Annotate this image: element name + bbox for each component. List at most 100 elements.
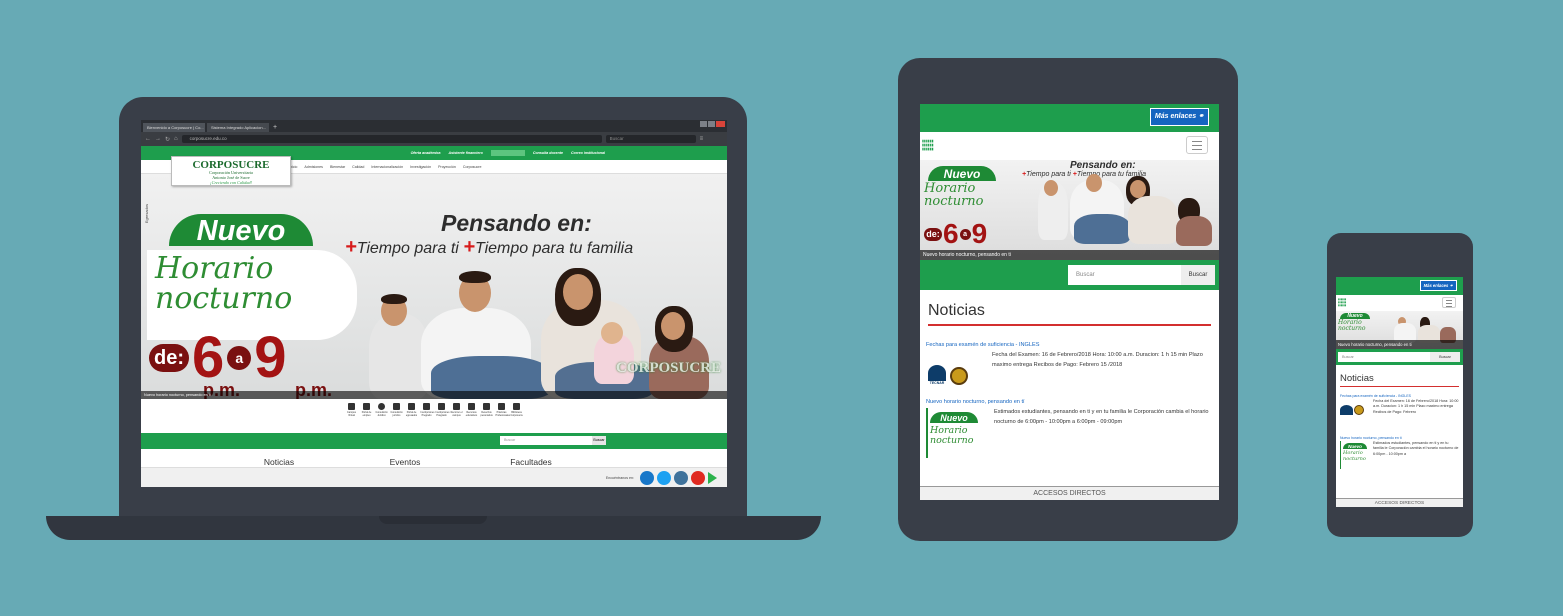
quick-link[interactable]: Consultorio jurídico (391, 403, 403, 433)
seal-icon (950, 367, 968, 385)
news-item-title[interactable]: Fechas para examén de suficiencia - INGL… (1340, 394, 1459, 398)
new-tab-icon[interactable]: + (273, 123, 277, 132)
youtube-icon[interactable] (691, 470, 705, 485)
home-icon[interactable]: ⌂ (174, 136, 178, 142)
news-item-title[interactable]: Nuevo horario nocturno, pensando en tí (1340, 436, 1459, 440)
hero-banner[interactable]: Egresados Nuevo Horario nocturno Pensand… (141, 174, 727, 399)
menu-item[interactable]: Corposucre (463, 165, 482, 169)
person-figure (1176, 216, 1212, 246)
menu-item[interactable]: Admisiones (304, 165, 323, 169)
play-store-icon[interactable] (708, 471, 717, 484)
menu-item[interactable]: Proyección (438, 165, 456, 169)
accesos-directos-bar[interactable]: ACCESOS DIRECTOS (920, 486, 1219, 500)
quick-link[interactable]: Portal de empleo (361, 403, 373, 433)
search-input[interactable]: Buscar (500, 436, 592, 445)
more-links-button[interactable]: Más enlaces ⚭ (1149, 108, 1209, 126)
news-item-title[interactable]: Nuevo horario nocturno, pensando en tí (926, 399, 1213, 405)
quick-link[interactable]: Inscripciones Posgrado (436, 403, 449, 433)
search-button[interactable]: Buscar (1181, 265, 1215, 285)
news-thumbnail[interactable]: Nuevo Horario nocturno (1340, 441, 1370, 469)
quick-link-label: Derechos pecuniarios (480, 411, 493, 417)
forward-icon[interactable]: → (155, 136, 161, 142)
id-card-icon (483, 403, 490, 410)
logo-slogan: ¡Creciendo con Calidad! (210, 180, 252, 185)
person-figure (1128, 196, 1178, 244)
link-icon: ⚭ (1198, 113, 1204, 120)
accesos-directos-bar[interactable]: ACCESOS DIRECTOS (1336, 498, 1463, 507)
hero-a: a (959, 228, 971, 240)
quick-link-label: Recursos educativos (465, 411, 478, 417)
search-button[interactable]: Buscar (592, 436, 606, 445)
news-item: Fecha del Examen: 16 de Febrero/2018 Hor… (1340, 399, 1459, 436)
thumb-horario: Horario nocturno (930, 426, 973, 446)
top-link[interactable]: Consulta docente (533, 151, 563, 155)
quick-link[interactable]: Recursos educativos (466, 403, 478, 433)
news-item: Nuevo Horario nocturno Estimados estudian… (926, 408, 1213, 458)
minimize-icon[interactable] (700, 121, 707, 127)
menu-icon[interactable]: ≡ (700, 136, 704, 142)
quick-link[interactable]: Consultorio Jurídico (376, 403, 388, 433)
phone-hero[interactable]: Nuevo Horario nocturno Nuevo horario noct… (1336, 311, 1463, 349)
tablet-logo[interactable]: ▮▮▮▮▮▮ ▮▮▮▮▮▮ ▮▮▮▮▮▮ (922, 139, 934, 151)
quick-link[interactable]: Biblioteca Corposucre (511, 403, 523, 433)
news-item-text: Fecha del Examen: 16 de Febrero/2018 Hor… (992, 352, 1203, 368)
news-item-text: Estimados estudiantes, pensando en ti y … (994, 409, 1209, 425)
menu-item[interactable]: Internacionalización (371, 165, 403, 169)
close-icon[interactable] (716, 121, 725, 127)
facebook-icon[interactable] (640, 470, 654, 485)
browser-search-input[interactable]: Buscar (605, 135, 696, 143)
scale-icon (393, 403, 400, 410)
back-icon[interactable]: ← (145, 136, 151, 142)
menu-item[interactable]: Calidad (352, 165, 364, 169)
news-item: Nuevo Horario nocturno Estimados estudian… (1340, 441, 1459, 481)
hero-a: a (227, 346, 252, 370)
instagram-icon[interactable] (674, 470, 688, 485)
quick-link[interactable]: Portal de egresados (406, 403, 418, 433)
person-head (1086, 174, 1102, 192)
menu-item[interactable]: Investigación (410, 165, 431, 169)
quick-link-label: Consultorio jurídico (390, 411, 403, 417)
news-item-title[interactable]: Fechas para examén de suficiencia - INGL… (926, 342, 1213, 348)
hamburger-menu-icon[interactable] (1186, 136, 1208, 154)
person-head (563, 274, 593, 310)
top-link[interactable]: Correo institucional (571, 151, 605, 155)
maximize-icon[interactable] (708, 121, 715, 127)
quick-link[interactable]: Recorrer el campus (451, 403, 463, 433)
site-logo[interactable]: CORPOSUCRE Corporación Universitaria Ant… (171, 156, 291, 186)
hero-tiempo2: Tiempo para tu familia (474, 240, 634, 257)
top-link[interactable]: Asistente financiero (449, 151, 483, 155)
person-head (1130, 180, 1146, 198)
tablet-hero[interactable]: Pensando en: +Tiempo para ti +Tiempo par… (920, 160, 1219, 260)
address-bar[interactable]: corposucre.edu.co (181, 135, 602, 143)
reload-icon[interactable]: ↻ (165, 136, 170, 143)
accessibility-icon (468, 403, 475, 410)
search-input[interactable]: Buscar (1068, 265, 1181, 285)
top-link-placeholder[interactable] (490, 150, 525, 156)
menu-item[interactable]: Bienestar (330, 165, 345, 169)
hamburger-menu-icon[interactable] (1442, 297, 1456, 308)
quick-link[interactable]: Inscripciones Pregrado (421, 403, 434, 433)
search-input[interactable]: Buscar (1338, 352, 1430, 362)
quick-link[interactable]: Prácticas Profesionales (496, 403, 510, 433)
browser-tab[interactable]: Bienvenido a Corposucre | Co... (143, 123, 205, 132)
quick-link[interactable]: Campus Virtual (346, 403, 358, 433)
hero-nocturno-word: nocturno (1338, 325, 1366, 332)
news-thumbnail[interactable]: Nuevo Horario nocturno (926, 408, 988, 458)
more-links-label: Más enlaces (1423, 283, 1449, 288)
browser-tab[interactable]: Sistema Integrado Aplicacion... (207, 123, 269, 132)
top-link[interactable]: Oferta académica (411, 151, 441, 155)
book-icon (513, 403, 520, 410)
quick-link-label: Portal de egresados (405, 411, 418, 417)
browser-toolbar: ← → ↻ ⌂ corposucre.edu.co Buscar ≡ (141, 132, 727, 146)
search-bar: Buscar Buscar (141, 433, 727, 449)
search-button[interactable]: Buscar (1430, 352, 1460, 362)
phone-screen: Más enlaces ⚭ ▮▮▮▮▮▮ ▮▮▮▮▮▮ ▮▮▮▮▮▮ Nuevo H… (1336, 277, 1463, 507)
phone-logo[interactable]: ▮▮▮▮▮▮ ▮▮▮▮▮▮ ▮▮▮▮▮▮ (1338, 298, 1346, 307)
quick-link-label: Consultorio Jurídico (375, 411, 388, 417)
quick-link[interactable]: Derechos pecuniarios (481, 403, 493, 433)
side-tab[interactable]: Egresados (144, 204, 149, 223)
browser-tab-strip: Bienvenido a Corposucre | Co... Sistema … (141, 120, 727, 132)
more-links-button[interactable]: Más enlaces ⚭ (1419, 280, 1457, 291)
quick-links: Campus Virtual Portal de empleo Consulto… (141, 399, 727, 433)
twitter-icon[interactable] (657, 470, 671, 485)
